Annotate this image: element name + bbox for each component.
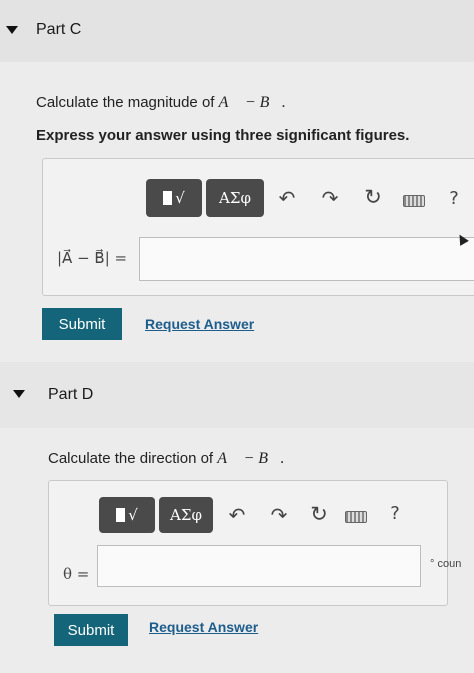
- collapse-caret-icon[interactable]: [6, 26, 18, 34]
- part-c-answer-box: √ ΑΣφ ↶ ↷ ↻ ? |A⃗ − B⃗| =: [42, 158, 474, 296]
- part-d-question-text: Calculate the direction of: [48, 450, 214, 467]
- template-box-icon: [116, 508, 126, 522]
- template-box-icon: [163, 191, 173, 205]
- part-d-unit-text: ° coun: [430, 558, 462, 570]
- part-c-submit-button[interactable]: Submit: [42, 308, 122, 340]
- part-c-request-answer-link[interactable]: Request Answer: [145, 316, 254, 332]
- redo-icon[interactable]: ↷: [318, 186, 342, 210]
- undo-icon[interactable]: ↶: [225, 503, 249, 527]
- part-d-request-answer-link[interactable]: Request Answer: [149, 619, 258, 635]
- keyboard-icon[interactable]: [345, 511, 367, 523]
- part-c-question: Calculate the magnitude of A⃗ − B⃗.: [36, 94, 286, 112]
- keyboard-icon[interactable]: [403, 195, 425, 207]
- collapse-caret-icon[interactable]: [13, 390, 25, 398]
- reset-icon[interactable]: ↻: [307, 502, 331, 526]
- part-c-title: Part C: [36, 21, 82, 38]
- part-d-header[interactable]: Part D: [0, 362, 474, 428]
- part-c-instruction: Express your answer using three signific…: [36, 127, 410, 144]
- part-d-title: Part D: [48, 386, 94, 403]
- part-d-answer-input[interactable]: [97, 545, 421, 587]
- part-d-submit-button[interactable]: Submit: [54, 614, 128, 646]
- undo-icon[interactable]: ↶: [275, 186, 299, 210]
- templates-button[interactable]: √: [146, 179, 202, 217]
- part-c-question-expr: A⃗ − B⃗.: [218, 94, 286, 111]
- greek-symbols-button[interactable]: ΑΣφ: [159, 497, 213, 533]
- radical-icon: √: [175, 189, 185, 207]
- reset-icon[interactable]: ↻: [361, 185, 385, 209]
- part-d-question: Calculate the direction of A⃗ − B⃗.: [48, 450, 285, 468]
- radical-icon: √: [128, 506, 138, 524]
- part-d-question-expr: A⃗ − B⃗.: [217, 450, 285, 467]
- part-c-equation-label: |A⃗ − B⃗| =: [57, 249, 128, 267]
- redo-icon[interactable]: ↷: [267, 503, 291, 527]
- greek-symbols-button[interactable]: ΑΣφ: [206, 179, 264, 217]
- templates-button[interactable]: √: [99, 497, 155, 533]
- part-c-question-text: Calculate the magnitude of: [36, 94, 215, 111]
- part-d-answer-box: √ ΑΣφ ↶ ↷ ↻ ? θ =: [48, 480, 448, 606]
- part-c-answer-input[interactable]: [139, 237, 474, 281]
- part-c-header[interactable]: Part C: [0, 0, 474, 62]
- help-button[interactable]: ?: [445, 188, 463, 209]
- help-button[interactable]: ?: [386, 503, 404, 524]
- part-d-equation-label: θ =: [63, 565, 90, 583]
